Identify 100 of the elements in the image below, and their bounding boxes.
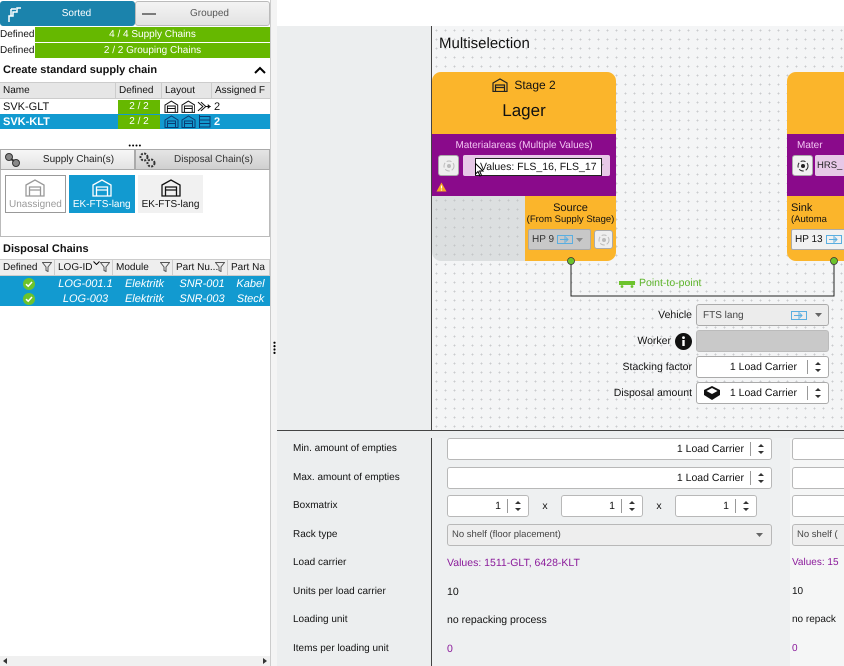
endpoint-select[interactable]: HP 13 (791, 229, 844, 250)
target-icon (598, 234, 610, 246)
view-toggle-button[interactable]: Grouped (135, 1, 270, 26)
radio-button[interactable] (792, 155, 813, 176)
endpoint-title: Sink (791, 202, 814, 214)
caret-icon (756, 532, 763, 536)
table-cell-text: Elektritk (124, 278, 166, 290)
defined-label: Defined (0, 44, 35, 56)
caret-icon (576, 238, 584, 242)
column-header[interactable]: Layout (162, 83, 212, 98)
warehouse-icon (25, 178, 46, 196)
link-icon (791, 310, 807, 320)
stage-label: Stage 2 (514, 78, 556, 92)
property-value: no repack (792, 613, 836, 625)
minus-icon (142, 12, 156, 16)
property-value: 0 (792, 642, 798, 654)
property-label: Load carrier (293, 557, 346, 568)
canvas-title: Multiselection (439, 35, 530, 52)
chain-tab[interactable]: Disposal Chain(s) (135, 149, 270, 170)
table-cell-text: SVK-GLT (2, 100, 50, 112)
rack-type-select[interactable]: No shelf ( (792, 524, 844, 546)
property-value: 10 (447, 584, 459, 598)
table-cell-text: LOG-003 (62, 292, 110, 304)
spin-field[interactable]: 1 Load Carrier (696, 356, 829, 378)
column-header[interactable]: Name (0, 83, 116, 98)
column-header[interactable]: Defined (3, 262, 38, 273)
status-bar: 2 / 2 Grouping Chains (35, 42, 270, 58)
section-title: Create standard supply chain (3, 64, 158, 76)
grip-icon[interactable] (272, 341, 276, 355)
status-bar: 4 / 4 Supply Chains (35, 26, 270, 42)
property-value: Values: 1511-GLT, 6428-KLT (447, 556, 580, 569)
scrollbar-drawing[interactable] (0, 656, 270, 666)
chevron-icon[interactable] (254, 66, 266, 74)
column-header[interactable]: Module (116, 262, 149, 273)
spin-field[interactable] (792, 438, 844, 460)
defined-badge: 2 / 2 (118, 100, 160, 114)
material-area-select[interactable]: HRS_ (815, 155, 844, 176)
spin-field[interactable]: 1 (561, 495, 643, 517)
property-label: Rack type (293, 528, 338, 540)
spin-field[interactable] (792, 495, 844, 517)
table-cell-text: SNR-001 (178, 278, 226, 290)
table-row[interactable]: SVK-GLT 2 / 2 2 (0, 99, 270, 114)
endpoint-title: Source (552, 202, 589, 214)
property-label: Min. amount of empties (293, 443, 397, 454)
times-sign: x (655, 499, 663, 514)
property-value: Values: 15 (792, 556, 839, 568)
property-label: Max. amount of empties (293, 472, 400, 482)
view-toggle-button[interactable]: Sorted (0, 1, 135, 26)
filter-icon[interactable] (160, 262, 170, 272)
table-cell-text: SNR-003 (178, 292, 226, 304)
target-icon (796, 160, 808, 172)
tooltip: Values: FLS_16, FLS_17 (475, 158, 602, 176)
chain-link-icon (4, 152, 22, 168)
connection-label: Point-to-point (639, 277, 702, 290)
defined-label: Defined (0, 28, 35, 40)
warehouse-icon (492, 78, 508, 92)
table-cell-text: 2 (213, 116, 222, 128)
section-title: Disposal Chains (2, 243, 90, 256)
stage-name: Lager (502, 101, 546, 122)
info-icon[interactable] (675, 332, 692, 350)
spin-field[interactable]: 1 Load Carrier (696, 382, 829, 404)
table-cell-text: Kabel (235, 278, 266, 290)
radio-button[interactable] (438, 155, 459, 176)
warehouse-icon (92, 178, 112, 196)
field-label: Worker (637, 335, 671, 348)
table-cell-text: Steck (236, 292, 266, 304)
table-cell-text: SVK-KLT (2, 116, 51, 128)
area-title: Materialareas (Multiple Values) (454, 140, 594, 152)
link-icon (557, 235, 574, 244)
property-label: Loading unit (293, 614, 348, 625)
column-header[interactable]: LOG-ID (58, 262, 92, 273)
link-icon (826, 235, 842, 244)
property-value: 10 (792, 584, 804, 596)
property-label: Boxmatrix (293, 500, 338, 511)
filter-icon[interactable] (42, 262, 52, 272)
column-header[interactable]: Part Nu... (176, 262, 218, 273)
field-label: Vehicle (658, 309, 692, 322)
cart-icon (619, 278, 635, 288)
vehicle-select[interactable]: FTS lang (696, 304, 829, 326)
spin-field[interactable] (792, 466, 844, 488)
grip-icon[interactable] (128, 144, 142, 147)
spin-field[interactable]: 1 (675, 495, 757, 517)
stage-header[interactable]: Stage 2 Lager (432, 72, 616, 134)
property-value: 0 (447, 642, 453, 654)
column-header[interactable]: Assigned F (212, 83, 270, 98)
property-value: no repacking process (447, 613, 547, 626)
spin-field[interactable]: 1 (447, 495, 529, 517)
spin-field[interactable]: 1 Load Carrier (447, 466, 772, 488)
column-header[interactable]: Defined (116, 83, 162, 98)
gears-icon (139, 152, 157, 168)
table-cell-text: 2 (213, 100, 222, 112)
filter-icon[interactable] (100, 262, 110, 272)
defined-badge: 2 / 2 (118, 114, 160, 128)
property-label: Units per load carrier (293, 586, 386, 596)
rack-type-select[interactable]: No shelf (floor placement) (447, 524, 772, 546)
times-sign: x (541, 499, 549, 514)
spin-field[interactable]: 1 Load Carrier (447, 438, 772, 460)
stage-tile[interactable]: EK-FTS-lang (138, 175, 204, 213)
chain-tab[interactable]: Supply Chain(s) (0, 149, 135, 170)
column-header[interactable]: Part Na (231, 262, 265, 273)
